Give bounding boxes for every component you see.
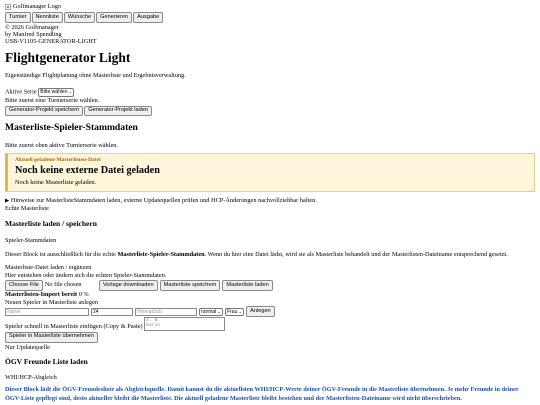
file-hint: Hier entstehen oder ändern sich die echt…	[5, 272, 167, 280]
quick-insert-label: Spieler schnell in Masterliste einfügen …	[5, 323, 143, 331]
series-hint: Bitte zuerst eine Turnierserie wählen.	[5, 96, 100, 104]
usb-id: USB-V1105-GENERATOR-LIGHT	[5, 37, 97, 45]
master-load-button[interactable]: Masterliste laden	[222, 280, 273, 291]
oegv-description: Dieser Block lädt die ÖGV-Freundesliste …	[5, 385, 519, 403]
take-over-button[interactable]: Spieler in Masterliste übernehmen	[5, 331, 98, 343]
new-player-label: Neuen Spieler in Masterliste anlegen	[5, 298, 99, 306]
oegv-sub: WHI/HCP-Abgleich	[5, 373, 57, 381]
series-select[interactable]: Bitte wählen⌄	[38, 88, 75, 97]
import-status: Masterlisten-Import bereit 0 %	[5, 291, 535, 299]
import-value: 0 %	[78, 290, 89, 298]
club-input[interactable]: Heimatclub	[135, 307, 197, 316]
desc-bold: Masterliste-Spieler-Stammdaten	[117, 250, 205, 258]
nav-button-turnier[interactable]: Turnier	[5, 12, 31, 23]
master-description: Dieser Block ist ausschließlich für die …	[5, 250, 535, 260]
desc-pre: Dieser Block ist ausschließlich für die …	[5, 250, 118, 258]
load-project-button[interactable]: Generator-Projekt laden	[84, 105, 152, 117]
series-select-value: Bitte wählen	[40, 89, 68, 96]
disclosure-triangle-icon: ▶	[5, 197, 10, 204]
only-update-label: Nur Updatequelle	[5, 343, 50, 351]
desc-post: . Wenn du hier eine Datei lädst, wird si…	[204, 250, 508, 258]
hcp-input[interactable]: 24	[91, 307, 133, 316]
chevron-down-icon: ⌄	[217, 308, 222, 314]
take-over-row: Spieler in Masterliste übernehmen	[5, 331, 535, 343]
stammdaten-label: Spieler-Stammdaten	[5, 236, 57, 244]
master-file-alert: Aktuell geladene Masterlisten-Datei Noch…	[5, 153, 535, 192]
import-label: Masterlisten-Import bereit	[5, 290, 78, 298]
app: Golfmanager Logo Turnier Nennliste Wünsc…	[0, 0, 540, 405]
logo: Golfmanager Logo	[5, 3, 535, 11]
echte-masterliste-label: Echte Masterliste	[5, 204, 49, 212]
nav-button-wuensche[interactable]: Wünsche	[63, 12, 96, 23]
main-nav: Turnier Nennliste Wünsche Generieren Aus…	[5, 12, 535, 23]
nav-button-generieren[interactable]: Generieren	[96, 12, 133, 23]
gender-select[interactable]: Frau⌄	[225, 307, 245, 316]
gender-select-value: Frau	[227, 308, 238, 315]
master-heading: Masterliste-Spieler-Stammdaten	[5, 122, 138, 134]
choose-file-button[interactable]: Choose File	[5, 280, 43, 291]
quick-insert-row: Spieler schnell in Masterliste einfügen …	[5, 316, 535, 331]
author: by Manfred Spendling	[5, 30, 62, 38]
file-label: Masterliste-Datei laden / ergänzen	[5, 264, 92, 272]
name-input[interactable]: Name	[5, 307, 89, 316]
paste-textarea[interactable]: z. B. Karin	[144, 316, 226, 331]
chevron-down-icon: ⌄	[238, 308, 243, 314]
load-save-heading: Masterliste laden / speichern	[5, 219, 97, 229]
master-save-button[interactable]: Masterliste speichern	[159, 280, 221, 291]
series-row: Aktive Serie Bitte wählen⌄	[5, 88, 535, 97]
new-player-row: Name 24 Heimatclub normal⌄ Frau⌄ Anlegen	[5, 306, 535, 317]
page-title: Flightgenerator Light	[5, 49, 131, 65]
save-project-button[interactable]: Generator-Projekt speichern	[5, 105, 84, 117]
master-hint: Bitte zuerst oben aktive Turnierserie wä…	[5, 142, 118, 150]
details-summary-text: Hinweise zur MasterlisteStammdaten laden…	[10, 196, 317, 204]
header-meta: © 2026 Golfmanager by Manfred Spendling …	[5, 24, 535, 45]
nav-button-ausgabe[interactable]: Ausgabe	[133, 12, 164, 23]
type-select[interactable]: normal⌄	[199, 307, 224, 316]
type-select-value: normal	[201, 308, 217, 315]
file-row: Choose File No file chosen Vorlage downl…	[5, 280, 535, 291]
no-file-label: No file chosen	[44, 281, 82, 289]
add-player-button[interactable]: Anlegen	[246, 306, 275, 317]
logo-alt-text: Golfmanager Logo	[13, 3, 62, 11]
chevron-down-icon: ⌄	[68, 89, 73, 95]
template-download-button[interactable]: Vorlage downloaden	[98, 280, 158, 291]
copyright: © 2026 Golfmanager	[5, 23, 59, 31]
alert-headline: Noch keine externe Datei geladen	[15, 165, 160, 177]
master-details-summary[interactable]: ▶ Hinweise zur MasterlisteStammdaten lad…	[5, 197, 535, 205]
series-label: Aktive Serie	[5, 88, 37, 96]
project-buttons: Generator-Projekt speichern Generator-Pr…	[5, 105, 535, 117]
alert-text: Noch keine Masterliste geladen.	[15, 178, 97, 186]
alert-eyebrow: Aktuell geladene Masterlisten-Datei	[15, 157, 101, 164]
nav-button-nennliste[interactable]: Nennliste	[31, 12, 63, 23]
oegv-heading: ÖGV Freunde Liste laden	[5, 357, 88, 367]
broken-image-icon	[5, 4, 11, 10]
page-subtitle: Eigenständige Flightplanung ohne Masterl…	[5, 72, 186, 80]
